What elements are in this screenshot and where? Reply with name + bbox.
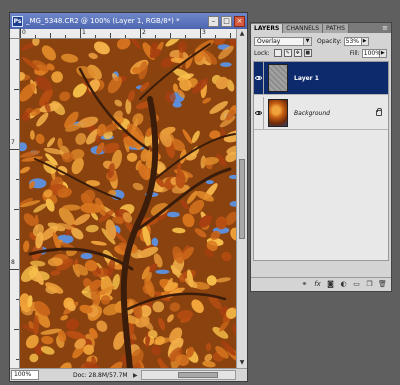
ruler-tick — [140, 28, 141, 38]
ruler-tick — [20, 28, 21, 38]
ruler-tick — [50, 33, 51, 38]
ruler-tick — [80, 28, 81, 38]
minimize-button[interactable]: – — [208, 15, 219, 27]
new-layer-icon[interactable]: ❐ — [365, 280, 374, 289]
lock-transparency-icon[interactable] — [273, 49, 282, 57]
photoshop-app-icon: Ps — [12, 15, 23, 27]
fill-input[interactable]: 100% — [361, 48, 381, 58]
blend-mode-value: Overlay — [257, 37, 281, 45]
ruler-tick — [14, 329, 19, 330]
opacity-slider-arrow-icon[interactable]: ▶ — [361, 36, 369, 46]
document-title: _MG_5348.CR2 @ 100% (Layer 1, RGB/8*) * — [26, 17, 180, 25]
ruler-tick — [125, 35, 126, 38]
maximize-button[interactable]: □ — [221, 15, 232, 27]
tab-channels[interactable]: CHANNELS — [283, 24, 324, 33]
ruler-tick — [185, 35, 186, 38]
trash-icon[interactable]: 🗑 — [378, 280, 387, 289]
horizontal-ruler[interactable]: 0 1 2 3 — [20, 28, 236, 39]
vertical-ruler[interactable]: 7 8 — [9, 39, 20, 368]
ruler-tick — [14, 209, 19, 210]
layer-name: Layer 1 — [294, 74, 319, 82]
layers-panel: LAYERS CHANNELS PATHS ≡ Overlay ▼ Opacit… — [250, 22, 392, 292]
lock-label: Lock: — [254, 49, 270, 57]
horizontal-scrollbar[interactable] — [141, 370, 236, 380]
lock-row: Lock: ✎ ✥ ■ Fill: 100% ▶ — [254, 48, 390, 58]
ruler-tick — [200, 28, 201, 38]
layer-list: Layer 1 Background — [253, 61, 389, 261]
scroll-up-arrow-icon[interactable]: ▲ — [238, 30, 246, 38]
tab-paths[interactable]: PATHS — [323, 24, 349, 33]
vertical-scroll-thumb[interactable] — [239, 159, 245, 239]
visibility-toggle[interactable] — [254, 62, 264, 94]
blend-mode-select[interactable]: Overlay ▼ — [254, 36, 312, 46]
image-canvas[interactable] — [20, 39, 236, 368]
document-window: Ps _MG_5348.CR2 @ 100% (Layer 1, RGB/8*)… — [9, 12, 248, 382]
lock-pixels-icon[interactable]: ✎ — [283, 49, 292, 57]
ruler-tick — [16, 59, 19, 60]
lock-icon — [376, 108, 382, 116]
ruler-mark: 2 — [142, 29, 146, 36]
ruler-tick — [170, 33, 171, 38]
ruler-tick — [9, 149, 19, 150]
scroll-down-arrow-icon[interactable]: ▼ — [238, 359, 246, 367]
status-menu-arrow-icon[interactable]: ▶ — [133, 372, 141, 379]
ruler-tick — [230, 33, 231, 38]
mask-icon[interactable]: ◙ — [326, 280, 335, 289]
ruler-tick — [215, 35, 216, 38]
layers-panel-footer: ⚭ fx ◙ ◐ ▭ ❐ 🗑 — [251, 277, 391, 291]
layer-row-background[interactable]: Background — [254, 97, 388, 130]
fill-slider-arrow-icon[interactable]: ▶ — [379, 48, 387, 58]
panel-tab-bar: LAYERS CHANNELS PATHS ≡ — [251, 23, 391, 33]
layer-name: Background — [294, 109, 330, 117]
eye-icon — [255, 111, 262, 115]
fill-label: Fill: — [349, 49, 360, 57]
document-titlebar[interactable]: Ps _MG_5348.CR2 @ 100% (Layer 1, RGB/8*)… — [10, 13, 247, 29]
ruler-tick — [14, 89, 19, 90]
zoom-level-field[interactable]: 100% — [11, 370, 39, 380]
layer-thumbnail — [268, 64, 288, 92]
ruler-mark: 7 — [11, 139, 15, 146]
close-button[interactable]: × — [234, 15, 245, 27]
document-status-bar: 100% Doc: 28.8M/57.7M ▶ — [10, 368, 247, 381]
folder-icon[interactable]: ▭ — [352, 280, 361, 289]
panel-menu-icon[interactable]: ≡ — [379, 24, 391, 33]
eye-icon — [255, 76, 262, 80]
layer-row-layer-1[interactable]: Layer 1 — [254, 62, 388, 95]
ruler-tick — [16, 179, 19, 180]
document-size-info[interactable]: Doc: 28.8M/57.7M — [73, 372, 133, 379]
opacity-input[interactable]: 53% — [343, 36, 362, 46]
vertical-scrollbar[interactable]: ▲ ▼ — [236, 29, 247, 368]
ruler-tick — [16, 359, 19, 360]
fx-icon[interactable]: fx — [313, 280, 322, 289]
ruler-tick — [16, 239, 19, 240]
lock-position-icon[interactable]: ✥ — [293, 49, 302, 57]
ruler-tick — [16, 119, 19, 120]
layer-thumbnail — [268, 99, 288, 127]
link-icon[interactable]: ⚭ — [300, 280, 309, 289]
ruler-tick — [110, 33, 111, 38]
ruler-mark: 8 — [11, 259, 15, 266]
tab-layers[interactable]: LAYERS — [251, 24, 284, 33]
chevron-down-icon: ▼ — [303, 37, 311, 45]
horizontal-scroll-thumb[interactable] — [178, 372, 218, 378]
blend-row: Overlay ▼ Opacity: 53% ▶ — [254, 36, 390, 46]
adjustment-icon[interactable]: ◐ — [339, 280, 348, 289]
opacity-label: Opacity: — [317, 37, 342, 45]
ruler-tick — [155, 35, 156, 38]
ruler-mark: 0 — [22, 29, 26, 36]
ruler-mark: 1 — [82, 29, 86, 36]
ruler-tick — [9, 269, 19, 270]
autumn-leaves-photo — [20, 39, 236, 368]
ruler-origin[interactable] — [10, 29, 20, 39]
ruler-mark: 3 — [202, 29, 206, 36]
ruler-tick — [16, 299, 19, 300]
visibility-toggle[interactable] — [254, 97, 264, 129]
lock-all-icon[interactable]: ■ — [303, 49, 312, 57]
ruler-tick — [95, 35, 96, 38]
ruler-tick — [65, 35, 66, 38]
ruler-tick — [35, 35, 36, 38]
